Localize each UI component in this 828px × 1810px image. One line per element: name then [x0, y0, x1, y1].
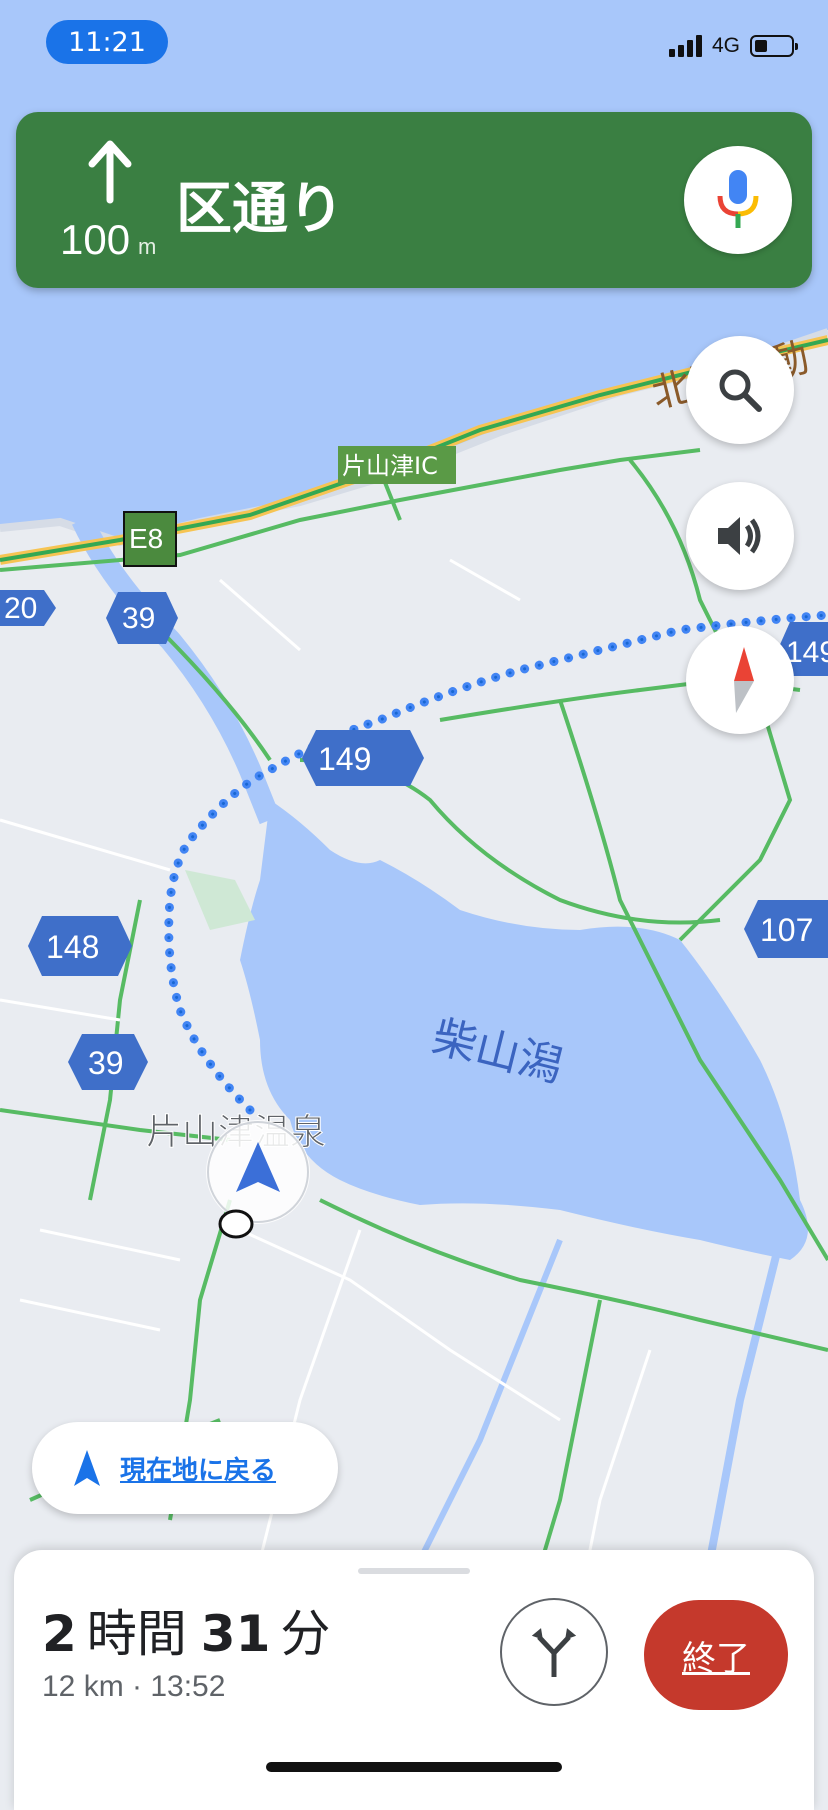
status-indicators: 4G: [668, 34, 798, 58]
recenter-button[interactable]: 現在地に戻る: [32, 1422, 338, 1514]
navigation-arrow-icon: [74, 1450, 100, 1486]
eta-hours: 2: [42, 1605, 77, 1663]
navigation-banner[interactable]: 100 m 区通り: [16, 112, 812, 288]
status-time: 11:21: [46, 20, 168, 64]
route-shield: 39: [68, 1034, 148, 1090]
network-type: 4G: [711, 34, 740, 57]
recenter-label: 現在地に戻る: [120, 1455, 277, 1486]
eta-minutes: 31: [200, 1605, 271, 1663]
eta-duration: 2 時間 31 分: [42, 1594, 344, 1666]
lake: [240, 800, 808, 1260]
battery-icon: [750, 35, 798, 57]
voice-search-button[interactable]: [684, 146, 792, 254]
home-indicator[interactable]: [266, 1762, 562, 1772]
distance-unit: m: [138, 234, 157, 259]
end-navigation-button[interactable]: 終了: [644, 1600, 788, 1710]
route-split-icon: [531, 1628, 577, 1677]
expressway-badge-label: E8: [129, 523, 163, 554]
canal: [417, 1238, 563, 1562]
route-shield: 20: [0, 590, 56, 626]
route-shield-label: 39: [88, 1045, 124, 1081]
expressway-badge: E8: [123, 511, 177, 567]
cellular-signal-icon: [668, 35, 702, 57]
route-shield-label: 39: [122, 602, 155, 635]
route-shield-label: 149: [318, 741, 371, 777]
distance-value: 100: [60, 216, 131, 263]
route-shield-label: 149: [786, 636, 828, 669]
compass-icon: [734, 647, 754, 713]
search-icon: [719, 369, 762, 412]
search-along-route-button[interactable]: [686, 336, 794, 444]
sound-button[interactable]: [686, 482, 794, 590]
eta-minutes-unit: 分: [280, 1605, 331, 1663]
route-shield: 148: [28, 916, 132, 976]
next-street-name: 区通り: [176, 177, 344, 242]
trip-distance-arrival: 12 km · 13:52: [42, 1670, 226, 1703]
eta-hours-unit: 時間: [86, 1605, 187, 1663]
destination-waypoint: [218, 1209, 254, 1239]
interchange-label: 片山津IC: [338, 446, 456, 484]
route-shield: 149: [302, 730, 424, 786]
route-shield: 107: [744, 900, 828, 958]
mic-icon: [717, 170, 759, 228]
park: [185, 870, 255, 930]
route-shield: 39: [106, 592, 178, 644]
arrow-up-icon: [88, 140, 132, 204]
sheet-drag-handle[interactable]: [358, 1568, 470, 1574]
alternate-routes-button[interactable]: [500, 1598, 608, 1706]
volume-icon: [718, 517, 761, 555]
route-shield-label: 20: [4, 592, 37, 625]
current-location-marker: [206, 1120, 310, 1224]
interchange-label-text: 片山津IC: [342, 452, 438, 480]
route-shield-label: 148: [46, 929, 99, 965]
compass-button[interactable]: [686, 626, 794, 734]
route-shield-label: 107: [760, 912, 813, 948]
canal: [706, 1239, 784, 1561]
